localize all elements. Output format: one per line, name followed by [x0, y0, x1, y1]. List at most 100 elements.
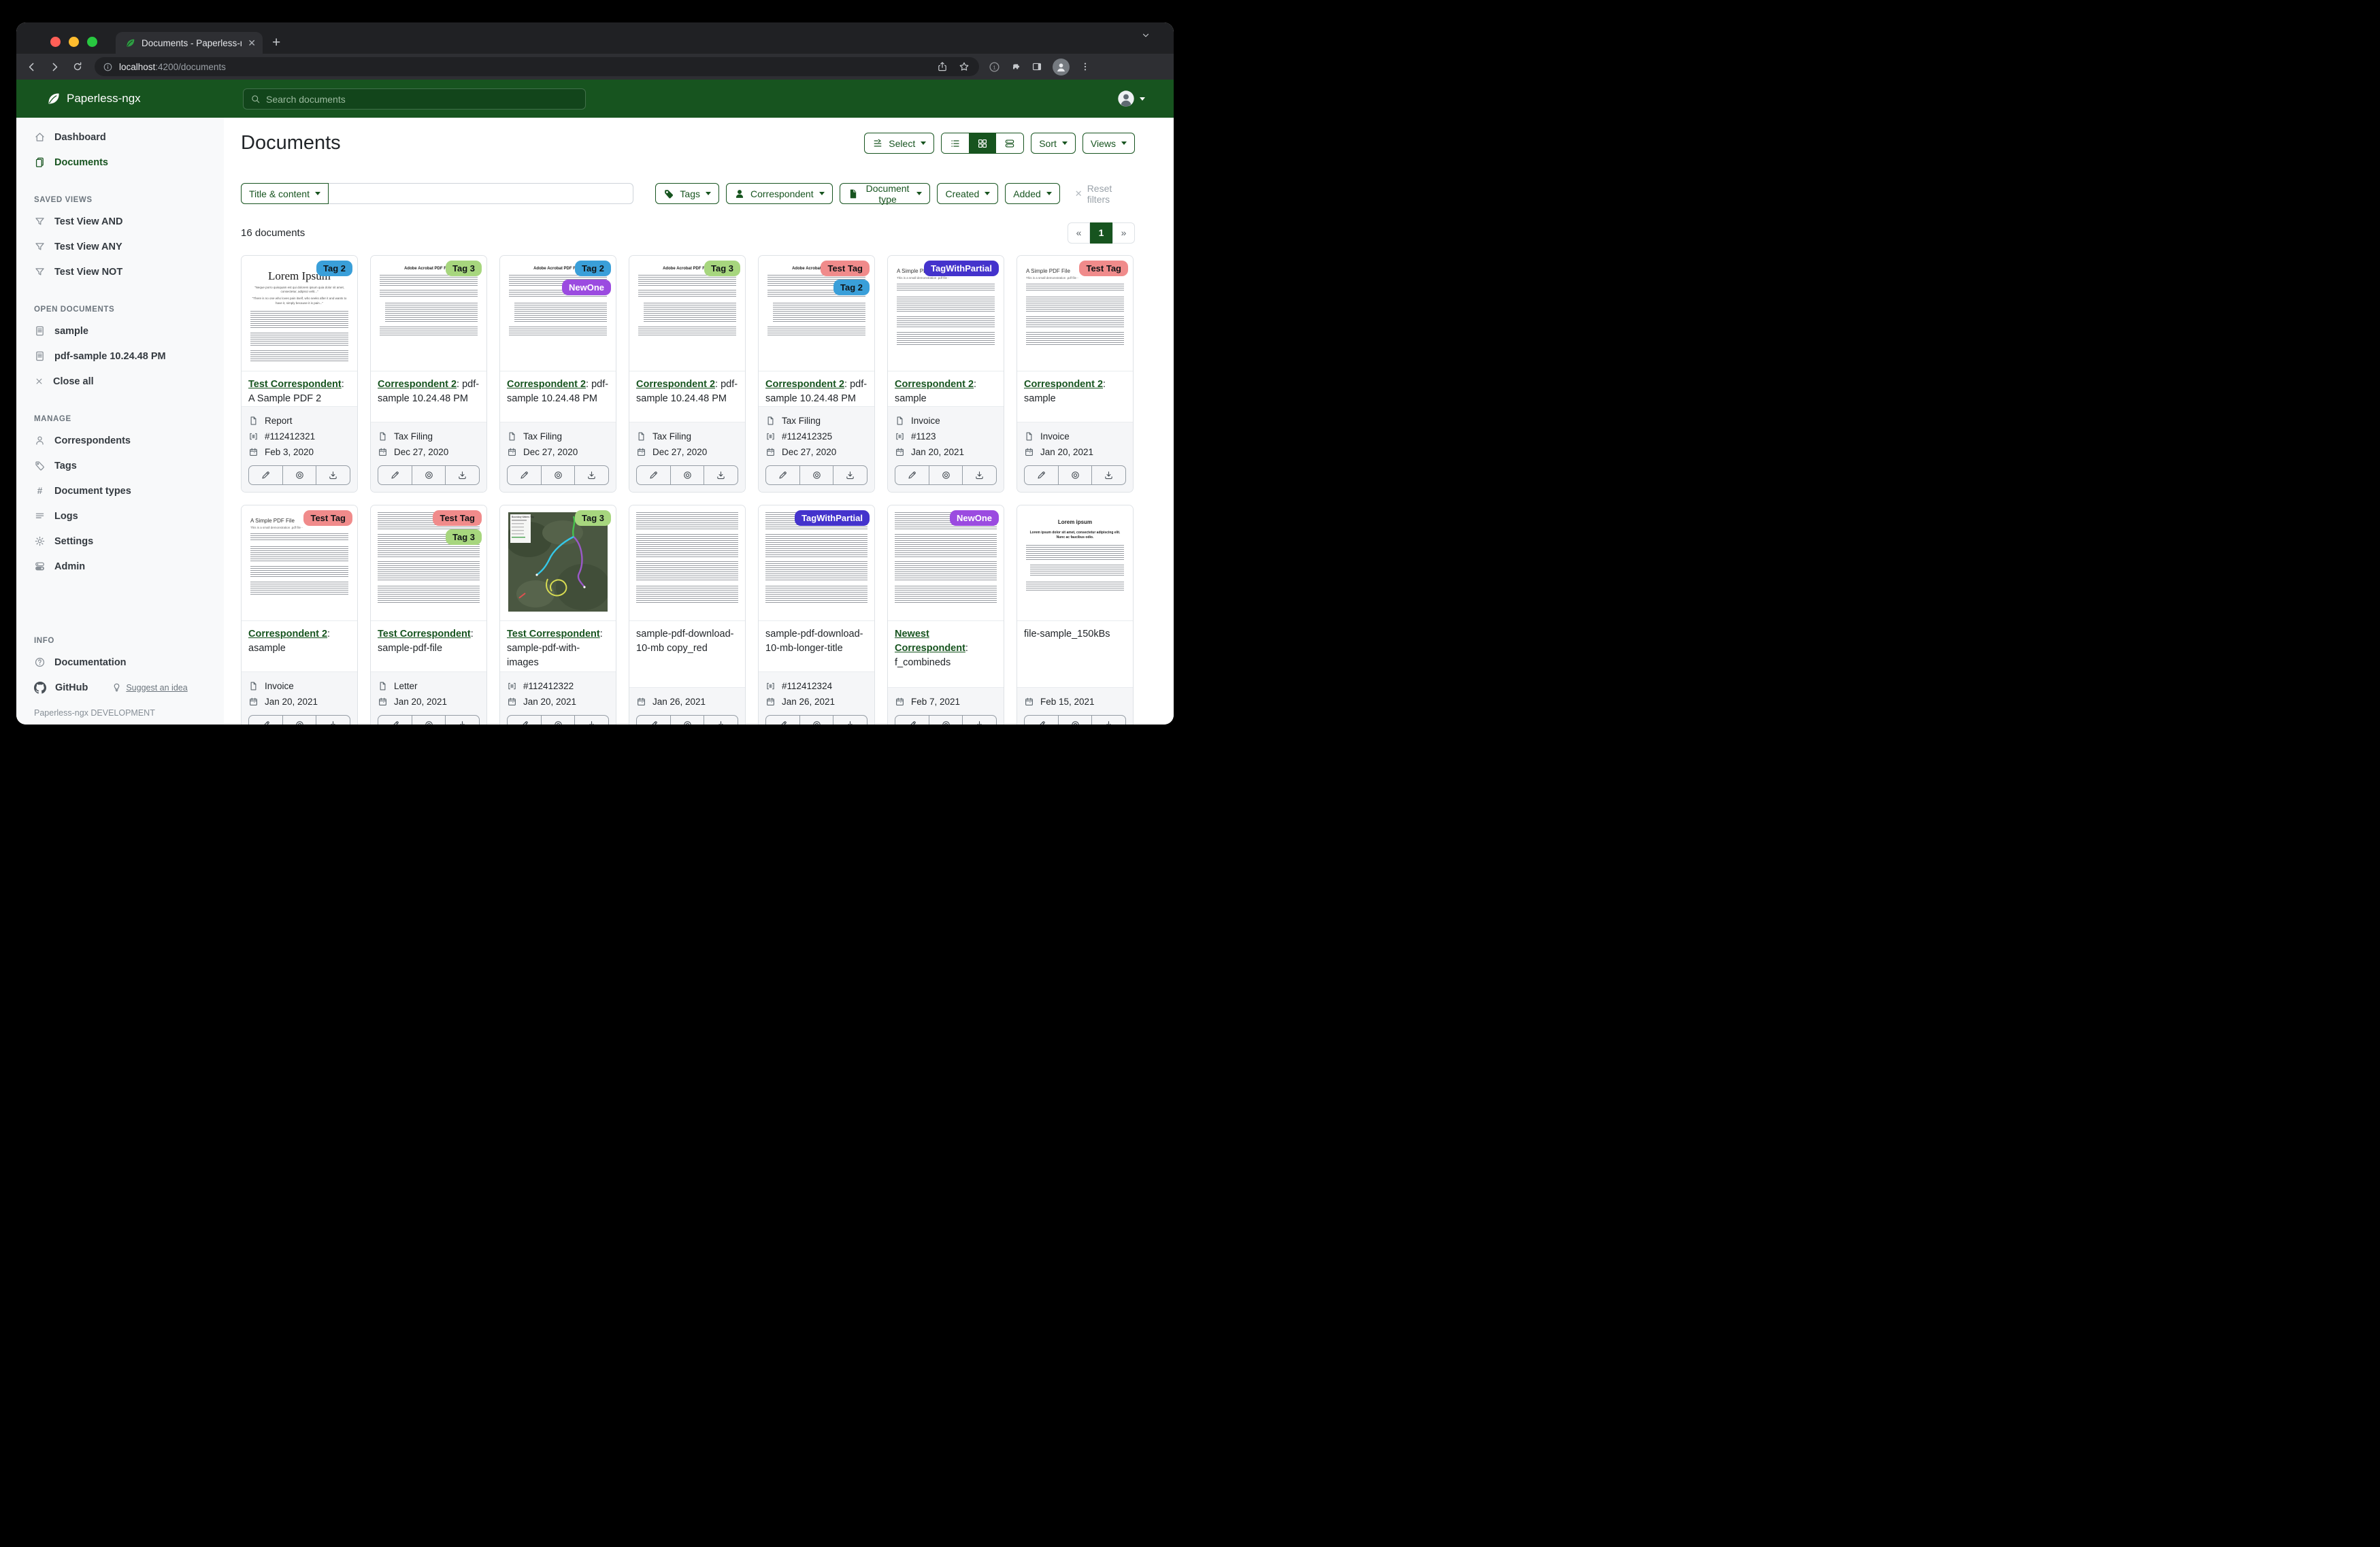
- sidebar-item-test-view-and[interactable]: Test View AND: [16, 209, 224, 234]
- document-thumbnail[interactable]: [629, 505, 745, 621]
- sidebar-item-close-all[interactable]: Close all: [16, 369, 224, 394]
- card-edit-button[interactable]: [766, 716, 799, 725]
- card-edit-button[interactable]: [249, 716, 282, 725]
- correspondent-link[interactable]: Correspondent 2: [378, 379, 457, 390]
- sidebar-item-tags[interactable]: Tags: [16, 453, 224, 478]
- card-download-button[interactable]: [962, 466, 996, 484]
- correspondent-link[interactable]: Newest Correspondent: [895, 629, 965, 654]
- sidebar-item-github[interactable]: GitHub: [55, 682, 88, 693]
- tag-badge[interactable]: Tag 3: [575, 510, 611, 526]
- app-brand[interactable]: Paperless-ngx: [46, 92, 141, 106]
- side-panel-icon[interactable]: [1031, 61, 1042, 72]
- tag-badge[interactable]: Test Tag: [1079, 261, 1128, 276]
- sidebar-item-correspondents[interactable]: Correspondents: [16, 428, 224, 453]
- card-download-button[interactable]: [574, 716, 608, 725]
- list-view-toggle[interactable]: [942, 133, 969, 153]
- filter-tags-button[interactable]: Tags: [655, 183, 719, 204]
- filter-added-button[interactable]: Added: [1005, 183, 1059, 204]
- sidebar-item-sample[interactable]: sample: [16, 318, 224, 344]
- tag-badge[interactable]: Tag 2: [833, 280, 870, 295]
- tag-badge[interactable]: Tag 3: [446, 261, 482, 276]
- card-download-button[interactable]: [833, 466, 867, 484]
- card-edit-button[interactable]: [895, 716, 929, 725]
- card-download-button[interactable]: [833, 716, 867, 725]
- card-view-button[interactable]: [929, 716, 963, 725]
- card-view-button[interactable]: [670, 716, 704, 725]
- sidebar-item-dashboard[interactable]: Dashboard: [16, 124, 224, 150]
- document-thumbnail[interactable]: Lorem ipsumLorem ipsum dolor sit amet, c…: [1017, 505, 1133, 621]
- sidebar-item-test-view-not[interactable]: Test View NOT: [16, 259, 224, 284]
- tag-badge[interactable]: Test Tag: [303, 510, 352, 526]
- card-download-button[interactable]: [1091, 466, 1125, 484]
- card-edit-button[interactable]: [249, 466, 282, 484]
- card-view-button[interactable]: [412, 466, 446, 484]
- tab-close-icon[interactable]: ✕: [248, 37, 256, 49]
- correspondent-link[interactable]: Test Correspondent: [378, 629, 471, 639]
- sidebar-item-documentation[interactable]: Documentation: [16, 650, 224, 675]
- sidebar-item-settings[interactable]: Settings: [16, 529, 224, 554]
- card-view-button[interactable]: [799, 716, 833, 725]
- card-edit-button[interactable]: [378, 466, 412, 484]
- card-download-button[interactable]: [316, 466, 350, 484]
- tag-badge[interactable]: TagWithPartial: [924, 261, 999, 276]
- filter-text-input[interactable]: [329, 183, 633, 204]
- tag-badge[interactable]: TagWithPartial: [795, 510, 870, 526]
- tag-badge[interactable]: Tag 2: [316, 261, 352, 276]
- grid-view-toggle[interactable]: [969, 133, 996, 153]
- back-button[interactable]: [26, 61, 37, 73]
- document-thumbnail[interactable]: Test Tag Tag 3: [371, 505, 486, 621]
- correspondent-link[interactable]: Correspondent 2: [765, 379, 844, 390]
- tag-badge[interactable]: Test Tag: [821, 261, 870, 276]
- filter-document-type-button[interactable]: Document type: [840, 183, 931, 204]
- tag-badge[interactable]: Test Tag: [433, 510, 482, 526]
- views-dropdown-button[interactable]: Views: [1082, 133, 1135, 154]
- card-edit-button[interactable]: [508, 716, 541, 725]
- address-bar[interactable]: localhost:4200/documents: [95, 57, 979, 76]
- browser-tab[interactable]: Documents - Paperless-ngx ✕: [116, 32, 263, 54]
- card-edit-button[interactable]: [378, 716, 412, 725]
- bookmark-star-icon[interactable]: [959, 61, 970, 72]
- card-view-button[interactable]: [799, 466, 833, 484]
- tag-badge[interactable]: Tag 3: [704, 261, 740, 276]
- correspondent-link[interactable]: Correspondent 2: [1024, 379, 1103, 390]
- card-view-button[interactable]: [670, 466, 704, 484]
- correspondent-link[interactable]: Correspondent 2: [895, 379, 974, 390]
- minimize-window-button[interactable]: [69, 37, 79, 47]
- tag-badge[interactable]: Tag 2: [575, 261, 611, 276]
- forward-button[interactable]: [49, 61, 61, 73]
- card-download-button[interactable]: [445, 466, 479, 484]
- filter-field-dropdown[interactable]: Title & content: [241, 183, 329, 204]
- document-thumbnail[interactable]: A Simple PDF FileThis is a small demonst…: [242, 505, 357, 621]
- pagination-page-1-button[interactable]: 1: [1090, 222, 1112, 244]
- card-view-button[interactable]: [541, 716, 575, 725]
- reset-filters-button[interactable]: ✕ Reset filters: [1075, 183, 1135, 205]
- share-icon[interactable]: [937, 61, 948, 72]
- document-thumbnail[interactable]: Adobe Acrobat PDF FilesTag 3: [371, 256, 486, 371]
- select-dropdown-button[interactable]: Select: [864, 133, 934, 154]
- tag-badge[interactable]: Tag 3: [446, 529, 482, 545]
- card-download-button[interactable]: [316, 716, 350, 725]
- document-thumbnail[interactable]: TagWithPartial: [759, 505, 874, 621]
- correspondent-link[interactable]: Correspondent 2: [248, 629, 327, 639]
- card-edit-button[interactable]: [637, 716, 670, 725]
- correspondent-link[interactable]: Correspondent 2: [636, 379, 715, 390]
- global-search-input[interactable]: Search documents: [243, 88, 586, 110]
- tag-badge[interactable]: NewOne: [562, 280, 611, 295]
- reload-button[interactable]: [72, 61, 83, 72]
- card-edit-button[interactable]: [637, 466, 670, 484]
- correspondent-link[interactable]: Correspondent 2: [507, 379, 586, 390]
- card-download-button[interactable]: [445, 716, 479, 725]
- card-view-button[interactable]: [929, 466, 963, 484]
- sidebar-item-test-view-any[interactable]: Test View ANY: [16, 234, 224, 259]
- detail-view-toggle[interactable]: [996, 133, 1023, 153]
- browser-menu-kebab-icon[interactable]: [1080, 61, 1091, 72]
- document-thumbnail[interactable]: Boundary Waters TripTag 3: [500, 505, 616, 621]
- user-menu[interactable]: [1117, 90, 1145, 107]
- document-thumbnail[interactable]: Adobe Acrobat PDF FilesTag 3: [629, 256, 745, 371]
- card-view-button[interactable]: [541, 466, 575, 484]
- password-manager-icon[interactable]: 1: [989, 61, 1000, 73]
- document-thumbnail[interactable]: Adobe Acrobat PDF FilesTest TagTag 2: [759, 256, 874, 371]
- zoom-window-button[interactable]: [87, 37, 97, 47]
- tag-badge[interactable]: NewOne: [950, 510, 999, 526]
- new-tab-button[interactable]: +: [272, 35, 280, 51]
